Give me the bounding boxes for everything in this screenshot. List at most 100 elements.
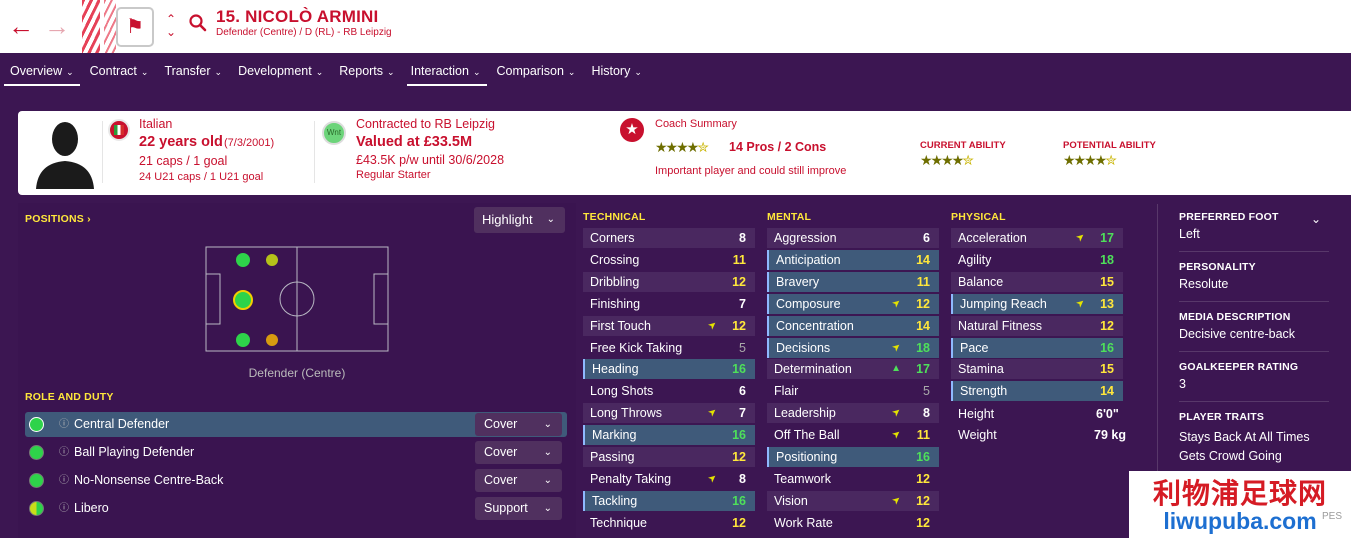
info-icon[interactable]: ⓘ [59, 412, 69, 437]
attribute-name: First Touch [590, 318, 651, 333]
physical-header: PHYSICAL [951, 211, 1006, 223]
preferred-foot-value: Left [1179, 227, 1200, 241]
search-icon[interactable] [188, 13, 208, 33]
attribute-row[interactable]: Anticipation 14 [767, 249, 939, 270]
attribute-row[interactable]: Work Rate 12 [767, 513, 939, 533]
info-icon[interactable]: ⓘ [59, 440, 69, 465]
attribute-row[interactable]: Tackling 16 [583, 490, 755, 511]
tab-comparison[interactable]: Comparison ⌄ [489, 53, 584, 89]
role-row[interactable]: ⓘ Central Defender Cover ⌄ [25, 412, 567, 437]
duty-dropdown[interactable]: Cover ⌄ [475, 469, 562, 492]
chevron-down-icon[interactable]: ⌄ [166, 26, 176, 38]
attribute-row[interactable]: Natural Fitness 12 [951, 315, 1123, 336]
chevron-down-icon[interactable]: ⌄ [1311, 212, 1321, 226]
attribute-row[interactable]: Agility 18 [951, 250, 1123, 270]
attribute-row[interactable]: Stamina 15 [951, 359, 1123, 380]
arrow-up-yellow-icon: ➤ [1073, 230, 1088, 245]
attribute-row[interactable]: First Touch ➤ 12 [583, 315, 755, 336]
attribute-row[interactable]: Marking 16 [583, 425, 755, 446]
position-dot-dcl[interactable] [236, 253, 250, 267]
tab-reports[interactable]: Reports ⌄ [331, 53, 402, 89]
attribute-row[interactable]: Flair 5 [767, 381, 939, 401]
attribute-row[interactable]: Finishing 7 [583, 294, 755, 314]
attribute-row[interactable]: Pace 16 [951, 337, 1123, 358]
pros-cons[interactable]: 14 Pros / 2 Cons [729, 140, 826, 154]
attribute-row[interactable]: Heading 16 [583, 359, 755, 380]
attribute-row[interactable]: Off The Ball ➤ 11 [767, 425, 939, 445]
attribute-row[interactable]: Composure ➤ 12 [767, 293, 939, 314]
attribute-row[interactable]: Positioning 16 [767, 447, 939, 467]
attribute-row[interactable]: Leadership ➤ 8 [767, 403, 939, 424]
player-card: Italian 22 years old (7/3/2001) 21 caps … [18, 111, 1351, 195]
positions-link[interactable]: POSITIONS › [25, 213, 91, 225]
duty-dropdown[interactable]: Cover ⌄ [475, 413, 562, 436]
role-row[interactable]: ⓘ No-Nonsense Centre-Back Cover ⌄ [25, 468, 567, 493]
duty-dropdown[interactable]: Support ⌄ [475, 497, 562, 520]
attribute-value: 18 [1100, 252, 1114, 267]
nation-badge[interactable] [108, 119, 130, 141]
position-dot-dmr[interactable] [266, 334, 278, 346]
back-arrow-icon[interactable]: ← [8, 13, 34, 39]
tab-label: Interaction [410, 64, 469, 78]
chevron-down-icon: ⌄ [546, 214, 555, 225]
attribute-name: Vision [774, 493, 808, 508]
divider [1179, 351, 1329, 352]
info-icon[interactable]: ⓘ [59, 496, 69, 521]
attribute-name: Marking [592, 428, 637, 443]
tab-bar: Overview ⌄ Contract ⌄ Transfer ⌄ Developmen… [0, 53, 1351, 89]
tab-contract[interactable]: Contract ⌄ [82, 53, 157, 89]
goalkeeper-rating-label: GOALKEEPER RATING [1179, 361, 1299, 373]
tab-overview[interactable]: Overview ⌄ [0, 53, 82, 89]
attribute-row[interactable]: Long Shots 6 [583, 381, 755, 401]
position-dot-dcr[interactable] [236, 333, 250, 347]
attribute-name: Anticipation [776, 252, 841, 267]
attribute-row[interactable]: Corners 8 [583, 228, 755, 248]
attribute-value: 15 [1100, 362, 1114, 377]
chevron-right-icon: › [87, 213, 91, 225]
coach-summary-label[interactable]: Coach Summary [655, 118, 737, 130]
tab-interaction[interactable]: Interaction ⌄ [403, 53, 489, 89]
attribute-row[interactable]: Concentration 14 [767, 315, 939, 336]
attribute-name: Corners [590, 231, 635, 245]
position-dot-dml[interactable] [266, 254, 278, 266]
tab-development[interactable]: Development ⌄ [230, 53, 331, 89]
attribute-row[interactable]: Crossing 11 [583, 250, 755, 270]
star-icon: ★ [620, 118, 644, 142]
role-row[interactable]: ⓘ Ball Playing Defender Cover ⌄ [25, 440, 567, 465]
attribute-row[interactable]: Balance 15 [951, 271, 1123, 292]
club-badge[interactable]: ⚑ [116, 7, 154, 47]
attribute-name: Jumping Reach [960, 296, 1047, 311]
duty-dropdown[interactable]: Cover ⌄ [475, 441, 562, 464]
chevron-up-icon[interactable]: ⌃ [166, 13, 176, 25]
forward-arrow-icon[interactable]: → [44, 13, 70, 39]
media-description-label: MEDIA DESCRIPTION [1179, 311, 1291, 323]
chevron-down-icon: ⌄ [543, 503, 552, 514]
attribute-row[interactable]: Penalty Taking ➤ 8 [583, 469, 755, 489]
attribute-row[interactable]: Long Throws ➤ 7 [583, 403, 755, 424]
highlight-dropdown[interactable]: Highlight ⌄ [474, 207, 565, 233]
attribute-row[interactable]: Acceleration ➤ 17 [951, 228, 1123, 248]
attribute-row[interactable]: Teamwork 12 [767, 469, 939, 489]
info-icon[interactable]: ⓘ [59, 468, 69, 493]
role-row[interactable]: ⓘ Libero Support ⌄ [25, 496, 567, 521]
tab-transfer[interactable]: Transfer ⌄ [156, 53, 230, 89]
wanted-badge[interactable]: Wnt [322, 121, 346, 145]
attribute-row[interactable]: Vision ➤ 12 [767, 490, 939, 511]
attribute-row[interactable]: Aggression 6 [767, 228, 939, 248]
attribute-name: Work Rate [774, 515, 833, 530]
position-dot-dc[interactable] [233, 290, 253, 310]
attribute-row[interactable]: Determination ▲ 17 [767, 359, 939, 380]
chevron-down-icon: ⌄ [66, 67, 74, 77]
attribute-row[interactable]: Dribbling 12 [583, 271, 755, 292]
attribute-name: Dribbling [590, 274, 640, 289]
attribute-value: 17 [916, 362, 930, 377]
attribute-row[interactable]: Strength 14 [951, 381, 1123, 402]
attribute-row[interactable]: Passing 12 [583, 447, 755, 467]
attribute-row[interactable]: Free Kick Taking 5 [583, 338, 755, 358]
attribute-row[interactable]: Jumping Reach ➤ 13 [951, 293, 1123, 314]
attribute-row[interactable]: Decisions ➤ 18 [767, 337, 939, 358]
header-stripes-secondary [104, 0, 116, 53]
attribute-row[interactable]: Technique 12 [583, 513, 755, 533]
attribute-row[interactable]: Bravery 11 [767, 271, 939, 292]
tab-history[interactable]: History ⌄ [583, 53, 649, 89]
